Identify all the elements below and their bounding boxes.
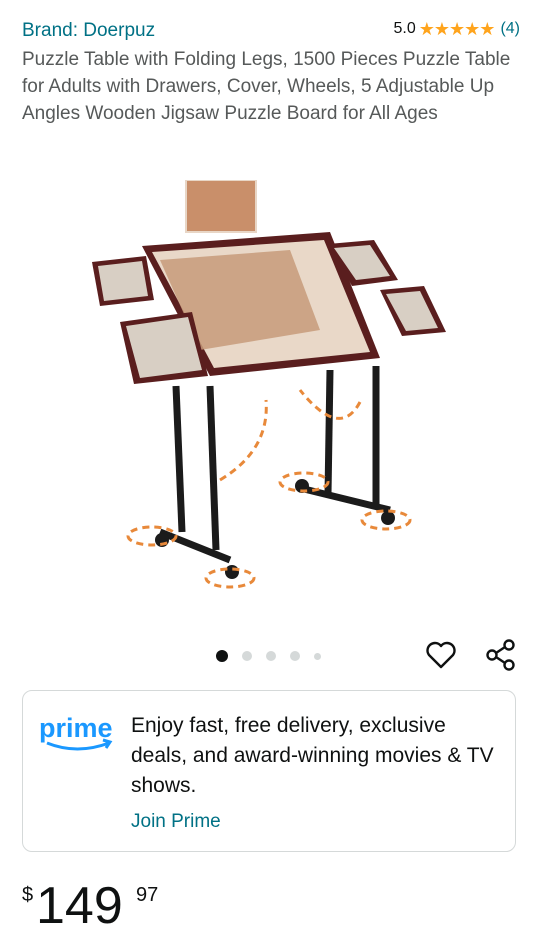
carousel-dot[interactable] xyxy=(242,651,252,661)
star-icon: ★ xyxy=(433,19,451,39)
share-icon[interactable] xyxy=(484,638,518,672)
product-title: Puzzle Table with Folding Legs, 1500 Pie… xyxy=(22,49,511,124)
star-icon: ★ xyxy=(449,19,466,39)
prime-promo-card[interactable]: prime Enjoy fast, free delivery, exclusi… xyxy=(22,690,516,852)
prime-message: Enjoy fast, free delivery, exclusive dea… xyxy=(131,714,494,797)
carousel-dot[interactable] xyxy=(290,651,300,661)
carousel-dot[interactable] xyxy=(216,650,228,662)
price-fraction: 97 xyxy=(136,884,159,906)
brand-link[interactable]: Brand: Doerpuz xyxy=(22,20,155,42)
image-carousel-dots[interactable] xyxy=(216,650,335,662)
star-icon: ★ xyxy=(418,19,435,39)
svg-text:prime: prime xyxy=(39,713,113,743)
star-icon: ★ xyxy=(479,19,496,39)
brand-rating-row: Brand: Doerpuz 5.0 ★ ★ ★ ★ ★ (4) xyxy=(22,18,520,46)
heart-icon[interactable] xyxy=(424,638,458,672)
rating-value: 5.0 xyxy=(393,20,416,37)
join-prime-link[interactable]: Join Prime xyxy=(131,811,221,833)
product-image[interactable] xyxy=(90,180,450,610)
rating-summary[interactable]: 5.0 ★ ★ ★ ★ ★ (4) xyxy=(393,20,520,38)
carousel-dot[interactable] xyxy=(314,652,321,660)
prime-logo: prime xyxy=(39,713,113,751)
star-rating: ★ ★ ★ ★ ★ xyxy=(418,19,496,39)
price-currency: $ xyxy=(22,884,34,906)
price-whole: 149 xyxy=(36,877,123,935)
review-count-link[interactable]: (4) xyxy=(500,20,520,38)
carousel-dot[interactable] xyxy=(266,651,276,661)
star-icon: ★ xyxy=(464,19,481,39)
